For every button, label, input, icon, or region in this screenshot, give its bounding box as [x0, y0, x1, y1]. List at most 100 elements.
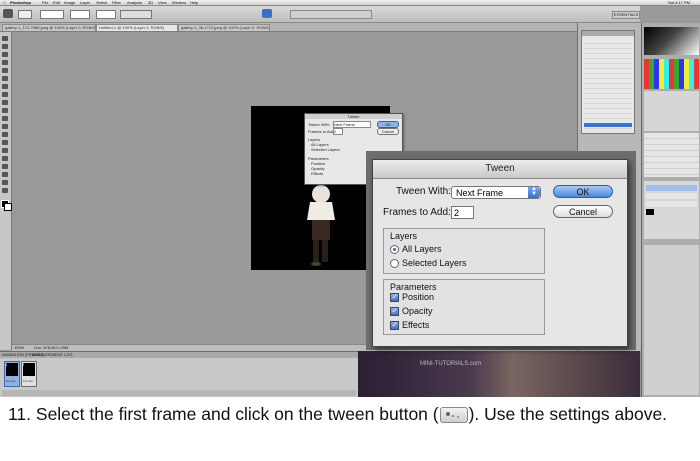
marquee-tool-icon[interactable]	[2, 44, 8, 49]
history-brush-tool-icon[interactable]	[2, 108, 8, 113]
color-picker-panel[interactable]	[644, 27, 699, 55]
doc-tab-2[interactable]: Untitled-1 @ 100% (Layer 2, RGB/8)	[96, 24, 178, 31]
layer-row[interactable]	[646, 201, 697, 207]
apple-icon[interactable]: 	[3, 0, 6, 5]
type-tool-icon[interactable]	[2, 156, 8, 161]
tool-options-bar: ESSENTIALS	[0, 6, 640, 23]
menu-analysis[interactable]: Analysis	[127, 0, 142, 5]
small-ok-button[interactable]: OK	[377, 121, 399, 128]
small-cancel-button[interactable]: Cancel	[377, 128, 399, 135]
small-frames-input[interactable]: 2	[333, 128, 343, 135]
tween-button-icon	[439, 407, 468, 424]
layers-panel[interactable]	[644, 181, 699, 239]
frame-delay[interactable]: 0.2 sec.	[23, 379, 34, 384]
ok-button[interactable]: OK	[553, 185, 613, 198]
animation-frame-2[interactable]: 2 0.2 sec.	[21, 361, 37, 387]
position-checkbox[interactable]: ✓	[390, 293, 399, 302]
menu-image[interactable]: Image	[64, 0, 75, 5]
selected-layers-label: Selected Layers	[402, 258, 467, 268]
pen-tool-icon[interactable]	[2, 148, 8, 153]
blur-tool-icon[interactable]	[2, 132, 8, 137]
frame-number: 1	[5, 362, 8, 367]
mode-select[interactable]	[40, 10, 64, 19]
erase-to-history-option[interactable]	[120, 10, 152, 19]
application-bar-controls[interactable]	[290, 10, 372, 19]
hand-tool-icon[interactable]	[2, 180, 8, 185]
animation-frame-1[interactable]: 1 0.2 sec.	[4, 361, 20, 387]
menu-window[interactable]: Window	[172, 0, 186, 5]
menu-photoshop[interactable]: Photoshop	[10, 0, 31, 5]
effects-checkbox[interactable]: ✓	[390, 321, 399, 330]
tab-measurement-log[interactable]: MEASUREMENT LOG	[32, 352, 73, 357]
menu-3d[interactable]: 3D	[148, 0, 153, 5]
history-list[interactable]	[584, 39, 632, 129]
doc-tab-3[interactable]: gallery-1_36-1713.jpeg @ 100% (Layer 0, …	[178, 24, 270, 31]
layers-group-title: Layers	[390, 231, 418, 241]
flow-field[interactable]	[96, 10, 116, 19]
tween-with-value: Next Frame	[456, 188, 504, 198]
bridge-icon[interactable]	[262, 9, 272, 18]
adjustments-panel[interactable]	[644, 91, 699, 131]
workspace-switcher[interactable]: ESSENTIALS	[612, 11, 640, 19]
menu-layer[interactable]: Layer	[80, 0, 90, 5]
menu-select[interactable]: Select	[96, 0, 107, 5]
position-label: Position	[402, 292, 435, 302]
frame-number: 2	[22, 362, 25, 367]
opacity-field[interactable]	[70, 10, 90, 19]
small-tween-title: Tween	[305, 114, 402, 119]
gradient-tool-icon[interactable]	[2, 124, 8, 129]
swatches-panel[interactable]	[644, 59, 699, 89]
desktop-background	[358, 351, 640, 397]
cancel-button[interactable]: Cancel	[553, 205, 613, 218]
opacity-checkbox[interactable]: ✓	[390, 307, 399, 316]
history-selected-state[interactable]	[584, 123, 632, 127]
brush-picker[interactable]	[18, 10, 32, 19]
menu-view[interactable]: View	[158, 0, 167, 5]
eraser-tool-icon[interactable]	[2, 116, 8, 121]
crop-tool-icon[interactable]	[2, 68, 8, 73]
photoshop-screenshot:  Photoshop File Edit Image Layer Select…	[0, 0, 700, 397]
menu-edit[interactable]: Edit	[53, 0, 60, 5]
layer-row-selected[interactable]	[646, 185, 697, 191]
all-layers-label: All Layers	[402, 244, 442, 254]
dodge-tool-icon[interactable]	[2, 140, 8, 145]
menu-file[interactable]: File	[42, 0, 48, 5]
document-tabs: gallery-1_172-7988 jpeg @ 100% (Layer 0,…	[0, 23, 640, 32]
presets-list[interactable]	[644, 133, 699, 177]
tween-with-select[interactable]: Next Frame ▲ ▼	[451, 186, 541, 199]
brush-tool-icon[interactable]	[2, 92, 8, 97]
selected-layers-radio[interactable]	[390, 259, 399, 268]
layer-row[interactable]	[646, 193, 697, 199]
healing-tool-icon[interactable]	[2, 84, 8, 89]
small-selected-layers-option[interactable]: Selected Layers	[311, 147, 340, 152]
caption-text-after: ). Use the settings above.	[468, 404, 668, 424]
doc-tab-1[interactable]: gallery-1_172-7988 jpeg @ 100% (Layer 0,…	[2, 24, 96, 31]
small-tween-with-label: Tween With:	[308, 122, 331, 127]
small-effects-option[interactable]: Effects	[311, 171, 323, 176]
move-tool-icon[interactable]	[2, 36, 8, 41]
small-tween-with-select[interactable]: Next Frame	[333, 121, 371, 128]
toolbox	[0, 32, 12, 350]
small-frames-label: Frames to Add:	[308, 129, 336, 134]
lasso-tool-icon[interactable]	[2, 52, 8, 57]
zoom-level[interactable]: 100%	[14, 345, 24, 350]
frames-to-add-label: Frames to Add:	[383, 207, 451, 218]
eyedropper-tool-icon[interactable]	[2, 76, 8, 81]
magic-wand-tool-icon[interactable]	[2, 60, 8, 65]
tool-preset-icon[interactable]	[3, 9, 13, 18]
menu-help[interactable]: Help	[190, 0, 198, 5]
frame-delay[interactable]: 0.2 sec.	[6, 379, 17, 384]
animation-panel-header: ANIMATION (FRAMES) MEASUREMENT LOG	[0, 352, 358, 358]
parameters-group: Parameters ✓ Position ✓ Opacity ✓ Effect…	[383, 279, 545, 335]
shape-tool-icon[interactable]	[2, 172, 8, 177]
background-color-swatch[interactable]	[4, 203, 12, 211]
menu-filter[interactable]: Filter	[112, 0, 121, 5]
clone-stamp-tool-icon[interactable]	[2, 100, 8, 105]
opacity-label: Opacity	[402, 306, 433, 316]
all-layers-radio[interactable]	[390, 245, 399, 254]
frames-to-add-input[interactable]: 2	[451, 206, 474, 219]
animation-panel: ANIMATION (FRAMES) MEASUREMENT LOG 1 0.2…	[0, 351, 358, 397]
caption-text-before: 11. Select the first frame and click on …	[8, 404, 439, 424]
path-selection-tool-icon[interactable]	[2, 164, 8, 169]
zoom-tool-icon[interactable]	[2, 188, 8, 193]
